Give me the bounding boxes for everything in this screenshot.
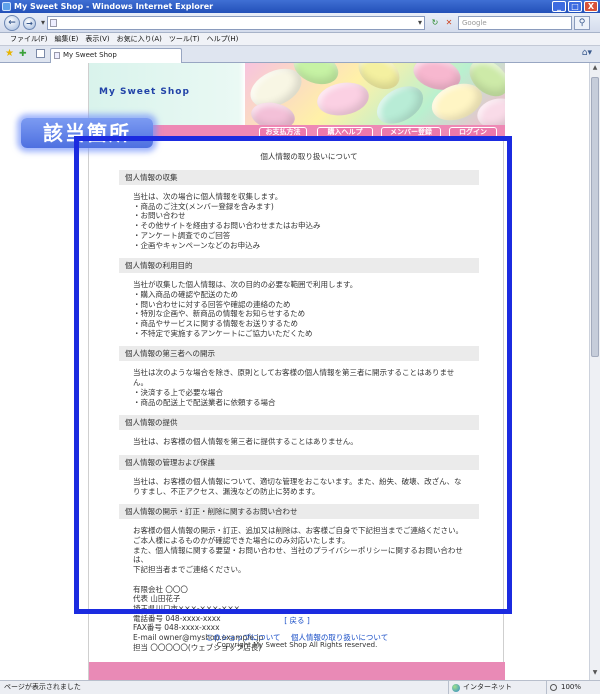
- page-icon: [50, 19, 57, 27]
- address-toolbar: ← → ▾ ▾ ↻ ✕ Google ⚲: [0, 13, 600, 33]
- status-bar: ページが表示されました インターネット 100%: [0, 680, 600, 694]
- stop-icon[interactable]: ✕: [443, 16, 455, 30]
- forward-arrow-icon[interactable]: →: [23, 17, 36, 30]
- zoom-icon: [550, 684, 557, 691]
- menu-edit[interactable]: 編集(E): [55, 33, 79, 45]
- search-icon[interactable]: ⚲: [574, 16, 590, 30]
- tab-bar: ★ ✚ My Sweet Shop ⌂▾: [0, 46, 600, 63]
- close-button[interactable]: X: [584, 1, 598, 12]
- window-titlebar: My Sweet Shop - Windows Internet Explore…: [0, 0, 600, 13]
- footer-band: [89, 662, 505, 680]
- address-input[interactable]: [47, 16, 425, 30]
- vertical-scrollbar[interactable]: ▲ ▼: [589, 63, 600, 680]
- address-dropdown-icon[interactable]: ▾: [414, 16, 426, 30]
- add-favorite-icon[interactable]: ✚: [19, 49, 27, 59]
- menu-file[interactable]: ファイル(F): [10, 33, 48, 45]
- browser-viewport: My Sweet Shop お支払方法 購入ヘルプ メンバー登録 ログイン 個人…: [0, 63, 589, 680]
- menu-favorites[interactable]: お気に入り(A): [117, 33, 162, 45]
- highlight-frame: [74, 136, 512, 614]
- zoom-control[interactable]: 100%: [546, 681, 600, 694]
- home-icon[interactable]: ⌂▾: [582, 48, 592, 58]
- back-link[interactable]: [ 戻る ]: [89, 615, 505, 626]
- maximize-button[interactable]: □: [568, 1, 582, 12]
- back-arrow-icon[interactable]: ←: [4, 15, 20, 31]
- scroll-thumb[interactable]: [591, 77, 599, 357]
- menu-bar: ファイル(F) 編集(E) 表示(V) お気に入り(A) ツール(T) ヘルプ(…: [0, 33, 600, 46]
- candy-banner-image: [245, 63, 505, 125]
- scroll-up-icon[interactable]: ▲: [591, 64, 599, 74]
- security-zone[interactable]: インターネット: [448, 681, 538, 694]
- menu-help[interactable]: ヘルプ(H): [207, 33, 239, 45]
- quick-tabs-icon[interactable]: [36, 49, 45, 58]
- tab-my-sweet-shop[interactable]: My Sweet Shop: [50, 48, 182, 63]
- copyright: Copyright My Sweet Shop All Rights reser…: [216, 641, 378, 649]
- scroll-down-icon[interactable]: ▼: [591, 669, 599, 679]
- page-icon: [54, 52, 60, 59]
- minimize-button[interactable]: _: [552, 1, 566, 12]
- refresh-icon[interactable]: ↻: [429, 16, 441, 30]
- globe-icon: [452, 684, 460, 692]
- window-title: My Sweet Shop - Windows Internet Explore…: [14, 2, 214, 11]
- shop-name[interactable]: My Sweet Shop: [99, 87, 190, 97]
- menu-tools[interactable]: ツール(T): [169, 33, 200, 45]
- status-text: ページが表示されました: [4, 683, 81, 691]
- search-input[interactable]: Google: [458, 16, 572, 30]
- favorites-star-icon[interactable]: ★: [5, 49, 14, 59]
- ie-app-icon: [2, 2, 11, 11]
- menu-view[interactable]: 表示(V): [85, 33, 109, 45]
